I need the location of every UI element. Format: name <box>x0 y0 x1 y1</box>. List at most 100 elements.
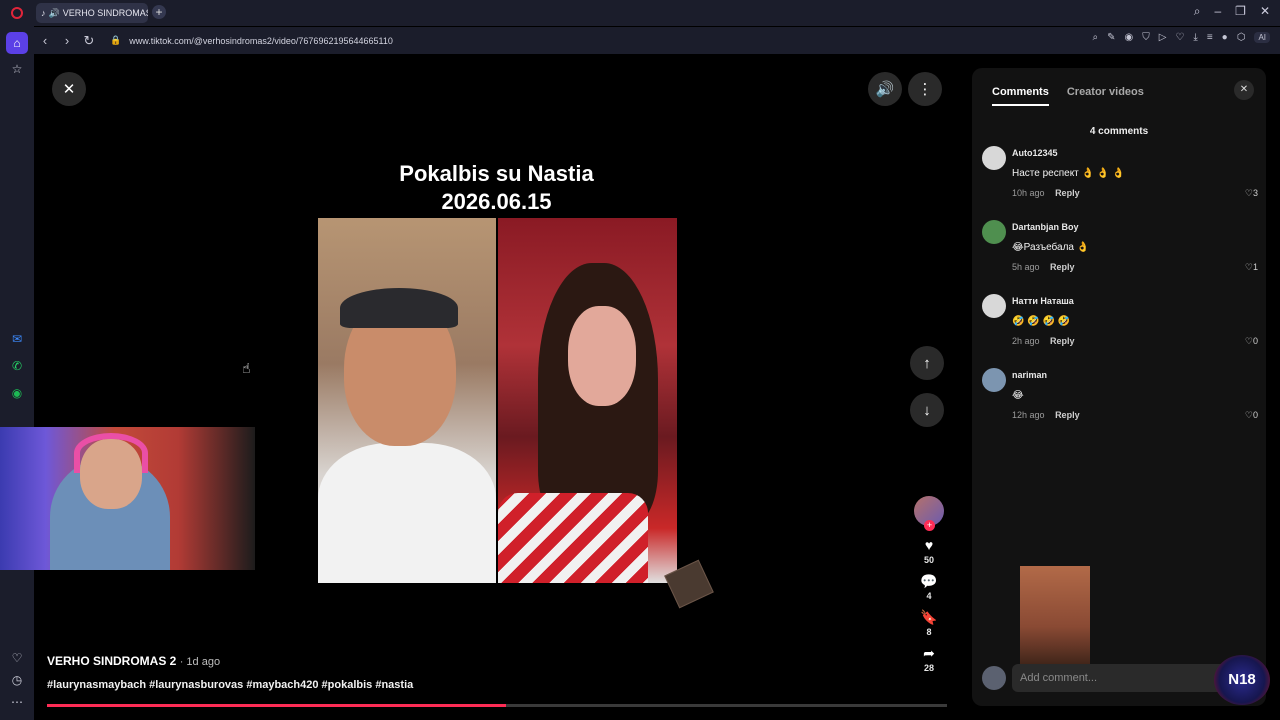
comment-input[interactable] <box>1020 669 1170 687</box>
more-icon[interactable]: ⋯ <box>6 691 28 713</box>
bookmark-icon: 🔖 <box>920 609 938 625</box>
share-action[interactable]: ➦ 28 <box>923 644 935 673</box>
headset-icon <box>74 433 148 473</box>
history-icon[interactable]: ◷ <box>6 669 28 691</box>
comment-like[interactable]: ♡3 <box>1245 188 1258 199</box>
close-video-button[interactable]: ✕ <box>52 72 86 106</box>
comments-count: 4 comments <box>1089 126 1149 137</box>
comment-time: 10h ago <box>1012 188 1045 198</box>
more-options-button[interactable]: ⋮ <box>908 72 942 106</box>
close-comments-button[interactable]: ✕ <box>1234 80 1254 100</box>
video-progress-bar[interactable] <box>47 704 947 707</box>
opera-logo-icon[interactable] <box>0 0 34 26</box>
video-hashtags[interactable]: #laurynasmaybach #laurynasburovas #mayba… <box>47 679 413 691</box>
url-text: www.tiktok.com/@verhosindromas2/video/76… <box>129 35 393 46</box>
heart-icon[interactable]: ♡ <box>1175 32 1184 43</box>
shield-icon[interactable]: ⛉ <box>1142 32 1150 43</box>
comments-tabs: Comments Creator videos <box>992 86 1144 106</box>
video-stage: ✕ 🔊 ⋮ Pokalbis su Nastia 2026.06.15 ↑ ↓ … <box>34 54 971 720</box>
progress-fill <box>47 704 506 707</box>
share-count: 28 <box>923 663 934 673</box>
comment-meta: 12h ago Reply <box>1012 410 1080 420</box>
forward-button[interactable]: › <box>56 33 78 48</box>
follow-plus-icon[interactable]: + <box>924 520 935 531</box>
search-icon[interactable]: ⌕ <box>1194 4 1201 19</box>
url-field[interactable]: 🔒 www.tiktok.com/@verhosindromas2/video/… <box>110 31 393 50</box>
comment-like[interactable]: ♡1 <box>1245 262 1258 273</box>
reply-button[interactable]: Reply <box>1055 410 1080 420</box>
comment-author[interactable]: Натти Наташа <box>1012 296 1074 306</box>
like-action[interactable]: ♥ 50 <box>924 536 934 565</box>
browser-tab[interactable]: ♪ 🔊 VERHO SINDROMAS <box>36 3 148 23</box>
avatar[interactable] <box>982 294 1006 318</box>
avatar[interactable] <box>982 368 1006 392</box>
lock-icon: 🔒 <box>110 35 122 45</box>
webcam-overlay <box>0 427 255 570</box>
profile-icon[interactable]: ● <box>1222 32 1228 43</box>
video-title-line2: 2026.06.15 <box>441 189 552 214</box>
download-icon[interactable]: ⤓ <box>1193 32 1197 43</box>
comment-text: 😂Разъебала 👌 <box>1012 242 1090 253</box>
tab-creator-videos[interactable]: Creator videos <box>1067 86 1144 106</box>
video-player[interactable] <box>318 218 677 583</box>
avatar[interactable] <box>982 220 1006 244</box>
comment-count: 4 <box>926 591 932 601</box>
comment-action[interactable]: 💬 4 <box>920 572 937 601</box>
spotify-icon[interactable]: ◉ <box>6 382 28 404</box>
restore-button[interactable]: ❐ <box>1235 4 1246 19</box>
play-icon[interactable]: ▷ <box>1159 32 1167 43</box>
tab-comments[interactable]: Comments <box>992 86 1049 106</box>
comment-author[interactable]: nariman <box>1012 370 1047 380</box>
favorites-heart-icon[interactable]: ♡ <box>6 647 28 669</box>
home-icon[interactable]: ⌂ <box>6 32 28 54</box>
comment-author[interactable]: Auto12345 <box>1012 148 1058 158</box>
reply-button[interactable]: Reply <box>1050 336 1075 346</box>
whatsapp-icon[interactable]: ✆ <box>6 355 28 377</box>
reply-button[interactable]: Reply <box>1055 188 1080 198</box>
messenger-icon[interactable]: ✉ <box>6 328 28 350</box>
new-tab-button[interactable]: + <box>152 5 166 19</box>
comment-like[interactable]: ♡0 <box>1245 336 1258 347</box>
extensions-icon[interactable]: ⬡ <box>1237 32 1246 43</box>
comment-text: Насте респект 👌 👌 👌 <box>1012 168 1125 179</box>
video-author[interactable]: VERHO SINDROMAS 2 · 1d ago <box>47 654 220 668</box>
comment-like[interactable]: ♡0 <box>1245 410 1258 421</box>
reply-button[interactable]: Reply <box>1050 262 1075 272</box>
video-overlay-title: Pokalbis su Nastia 2026.06.15 <box>344 160 649 216</box>
back-button[interactable]: ‹ <box>34 33 56 48</box>
comment-meta: 10h ago Reply <box>1012 188 1080 198</box>
previous-video-button[interactable]: ↑ <box>910 346 944 380</box>
avatar[interactable] <box>982 146 1006 170</box>
window-controls: ⌕ – ❐ ✕ <box>1194 4 1270 19</box>
reload-button[interactable]: ↻ <box>78 33 100 49</box>
save-action[interactable]: 🔖 8 <box>920 608 937 637</box>
comment-like-count: 0 <box>1252 410 1258 420</box>
comment-time: 12h ago <box>1012 410 1045 420</box>
browser-sidebar: ⌂ ☆ ✉ ✆ ◉ ♡ ◷ ⋯ <box>0 26 34 720</box>
ai-button[interactable]: AI <box>1254 32 1270 43</box>
comment-like-count: 3 <box>1252 188 1258 198</box>
minimize-button[interactable]: – <box>1214 4 1221 19</box>
edit-icon[interactable]: ✎ <box>1107 32 1115 43</box>
browser-tabbar: ♪ 🔊 VERHO SINDROMAS + ⌕ – ❐ ✕ <box>0 0 1280 26</box>
heart-outline-icon: ♡ <box>1244 262 1253 272</box>
close-window-button[interactable]: ✕ <box>1260 4 1270 19</box>
speaker-icon: 🔊 <box>48 7 60 18</box>
heart-icon: ♥ <box>924 537 934 553</box>
hair-shape <box>340 288 458 328</box>
comments-panel: Comments Creator videos ✕ 4 comments Aut… <box>972 68 1266 706</box>
user-avatar[interactable] <box>982 666 1006 690</box>
creator-avatar[interactable]: + <box>914 496 944 531</box>
tiktok-favicon-icon: ♪ <box>41 8 46 18</box>
comment-time: 5h ago <box>1012 262 1040 272</box>
comment-text: 😂 <box>1012 390 1024 401</box>
heart-outline-icon: ♡ <box>1244 188 1253 198</box>
menu-icon[interactable]: ≡ <box>1207 32 1213 43</box>
camera-icon[interactable]: ◉ <box>1124 32 1133 43</box>
zoom-icon[interactable]: ⌕ <box>1092 32 1098 43</box>
comment-meta: 2h ago Reply <box>1012 336 1075 346</box>
comment-author[interactable]: Dartanbjan Boy <box>1012 222 1079 232</box>
star-icon[interactable]: ☆ <box>6 58 28 80</box>
volume-button[interactable]: 🔊 <box>868 72 902 106</box>
next-video-button[interactable]: ↓ <box>910 393 944 427</box>
